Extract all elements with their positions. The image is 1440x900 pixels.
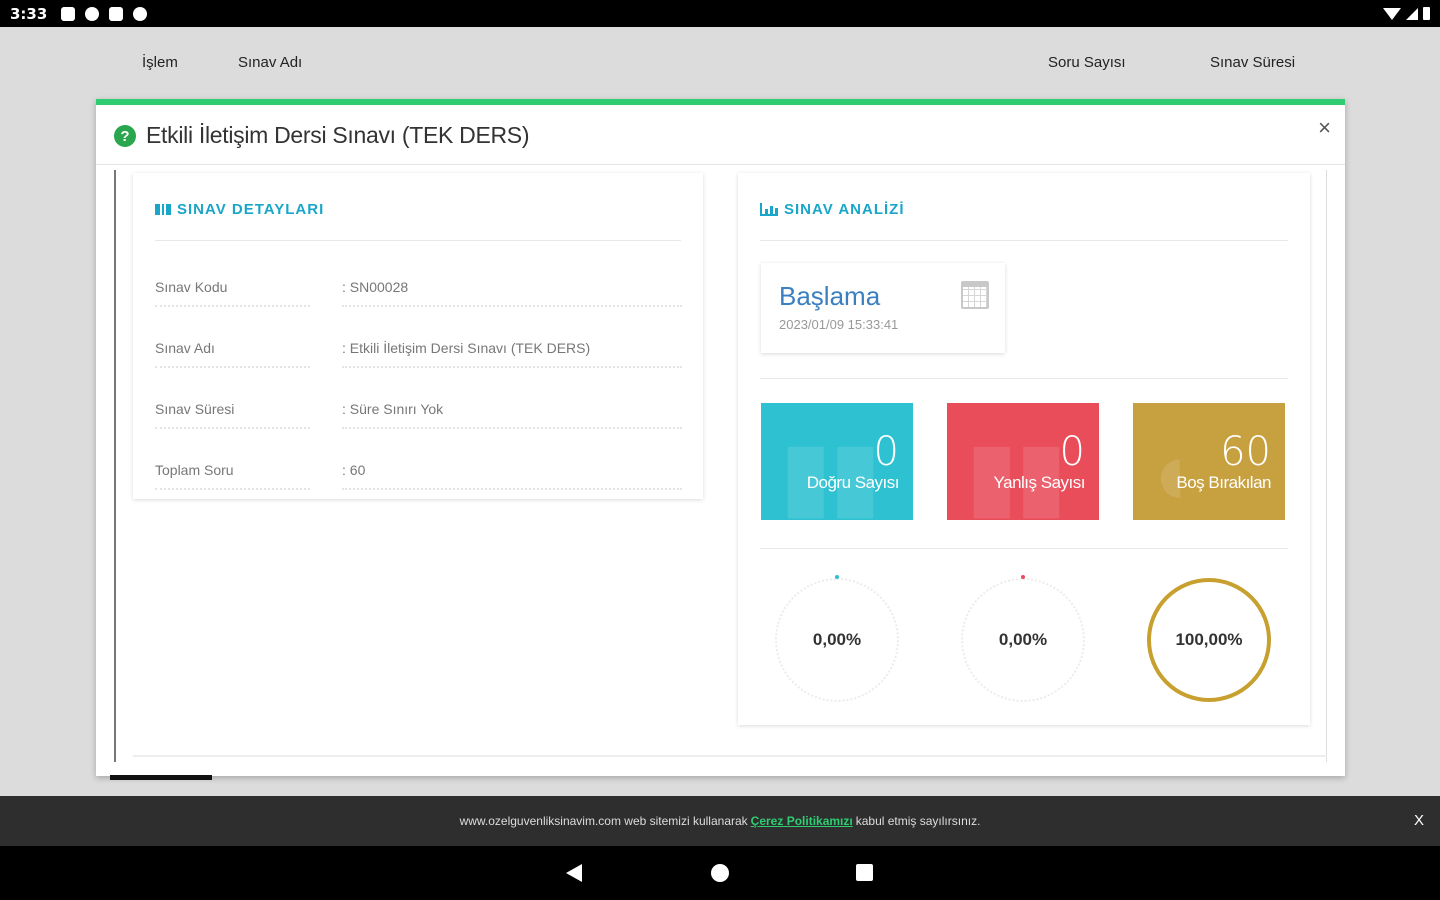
- background-table-header: İşlem Sınav Adı Soru Sayısı Sınav Süresi: [0, 27, 1440, 97]
- detail-label: Toplam Soru: [155, 462, 310, 490]
- list-icon: [155, 204, 171, 215]
- divider: [155, 240, 681, 241]
- system-icons: [1383, 7, 1430, 20]
- status-bar: 3:33: [0, 0, 1440, 27]
- blank-count: 60: [1220, 429, 1271, 475]
- cookie-text: www.ozelguvenliksinavim.com web sitemizi…: [459, 814, 748, 828]
- home-icon[interactable]: [711, 864, 729, 882]
- horizontal-scroll-indicator[interactable]: [110, 775, 212, 780]
- details-heading: SINAV DETAYLARI: [155, 201, 324, 218]
- blank-label: Boş Bırakılan: [1176, 473, 1271, 492]
- detail-label: Sınav Kodu: [155, 279, 310, 307]
- wrong-count-card: ▮▮ 0 Yanlış Sayısı: [947, 403, 1099, 520]
- calendar-icon: [961, 281, 989, 309]
- modal-bottom-divider: [133, 755, 1327, 757]
- modal-header: ? Etkili İletişim Dersi Sınavı (TEK DERS…: [96, 105, 1345, 165]
- watermark-icon: ▮▮: [967, 426, 1067, 520]
- blank-percent-gauge: 100,00%: [1147, 578, 1271, 702]
- correct-percent-gauge: 0,00%: [775, 575, 899, 702]
- bar-chart-icon: [760, 203, 778, 216]
- detail-row: Toplam Soru : 60: [155, 432, 683, 493]
- correct-count-card: ▮▮ 0 Doğru Sayısı: [761, 403, 913, 520]
- start-label: Başlama: [779, 281, 881, 311]
- divider: [760, 548, 1288, 549]
- back-icon[interactable]: [566, 864, 582, 882]
- watermark-icon: ▮▮: [781, 426, 881, 520]
- exam-details-panel: SINAV DETAYLARI Sınav Kodu : SN00028 Sın…: [133, 173, 703, 499]
- exam-analysis-panel: SINAV ANALİZİ Başlama 2023/01/09 15:33:4…: [738, 173, 1310, 725]
- blank-count-card: ◐ 60 Boş Bırakılan: [1133, 403, 1285, 520]
- correct-label: Doğru Sayısı: [806, 473, 900, 492]
- modal-title: Etkili İletişim Dersi Sınavı (TEK DERS): [146, 122, 530, 148]
- exam-detail-modal: ? Etkili İletişim Dersi Sınavı (TEK DERS…: [96, 99, 1345, 776]
- wrong-label: Yanlış Sayısı: [993, 473, 1086, 492]
- cookie-policy-link[interactable]: Çerez Politikamızı: [751, 814, 853, 828]
- close-button[interactable]: ×: [1318, 115, 1331, 141]
- cell-signal-icon: [1406, 7, 1418, 20]
- watermark-icon: ◐: [1153, 424, 1208, 520]
- analysis-heading-text: SINAV ANALİZİ: [784, 201, 905, 218]
- notification-icons: [61, 6, 148, 21]
- wrong-count: 0: [1059, 429, 1085, 475]
- correct-count: 0: [873, 429, 899, 475]
- modal-body: SINAV DETAYLARI Sınav Kodu : SN00028 Sın…: [114, 170, 1327, 762]
- analysis-heading: SINAV ANALİZİ: [760, 201, 905, 218]
- status-time: 3:33: [10, 4, 48, 23]
- notification-app-icon: [61, 6, 76, 21]
- detail-label: Sınav Adı: [155, 340, 310, 368]
- detail-value: : SN00028: [342, 279, 682, 307]
- wrong-percent: 0,00%: [998, 630, 1048, 649]
- detail-row: Sınav Süresi : Süre Sınırı Yok: [155, 371, 683, 432]
- recent-apps-icon[interactable]: [856, 864, 873, 881]
- divider: [760, 240, 1288, 241]
- cookie-text-after: kabul etmiş sayılırsınız.: [855, 814, 981, 828]
- correct-percent: 0,00%: [812, 630, 862, 649]
- start-date: 2023/01/09 15:33:41: [779, 317, 899, 332]
- col-sinav-suresi: Sınav Süresi: [1210, 54, 1296, 71]
- gauge-marker: [835, 575, 839, 579]
- sd-card-icon: [109, 6, 124, 21]
- cookie-close-button[interactable]: X: [1414, 812, 1424, 829]
- detail-value: : 60: [342, 462, 682, 490]
- question-icon: ?: [114, 125, 136, 147]
- battery-icon: [1423, 7, 1430, 20]
- notification-settings-icon: [133, 6, 148, 21]
- start-time-card: Başlama 2023/01/09 15:33:41: [761, 263, 1005, 353]
- detail-value: : Süre Sınırı Yok: [342, 401, 682, 429]
- details-heading-text: SINAV DETAYLARI: [177, 201, 325, 218]
- col-islem: İşlem: [142, 54, 178, 71]
- blank-percent: 100,00%: [1175, 630, 1243, 649]
- notification-sync-icon: [85, 6, 100, 21]
- android-nav-bar: [0, 846, 1440, 900]
- gauge-marker: [1021, 575, 1025, 579]
- wrong-percent-gauge: 0,00%: [961, 575, 1085, 702]
- col-sinav-adi: Sınav Adı: [238, 54, 303, 71]
- detail-row: Sınav Adı : Etkili İletişim Dersi Sınavı…: [155, 310, 683, 371]
- wifi-icon: [1383, 7, 1401, 20]
- divider: [760, 378, 1288, 379]
- col-soru-sayisi: Soru Sayısı: [1048, 54, 1126, 71]
- detail-value: : Etkili İletişim Dersi Sınavı (TEK DERS…: [342, 340, 682, 368]
- cookie-consent-bar: www.ozelguvenliksinavim.com web sitemizi…: [0, 796, 1440, 846]
- detail-row: Sınav Kodu : SN00028: [155, 249, 683, 310]
- detail-label: Sınav Süresi: [155, 401, 310, 429]
